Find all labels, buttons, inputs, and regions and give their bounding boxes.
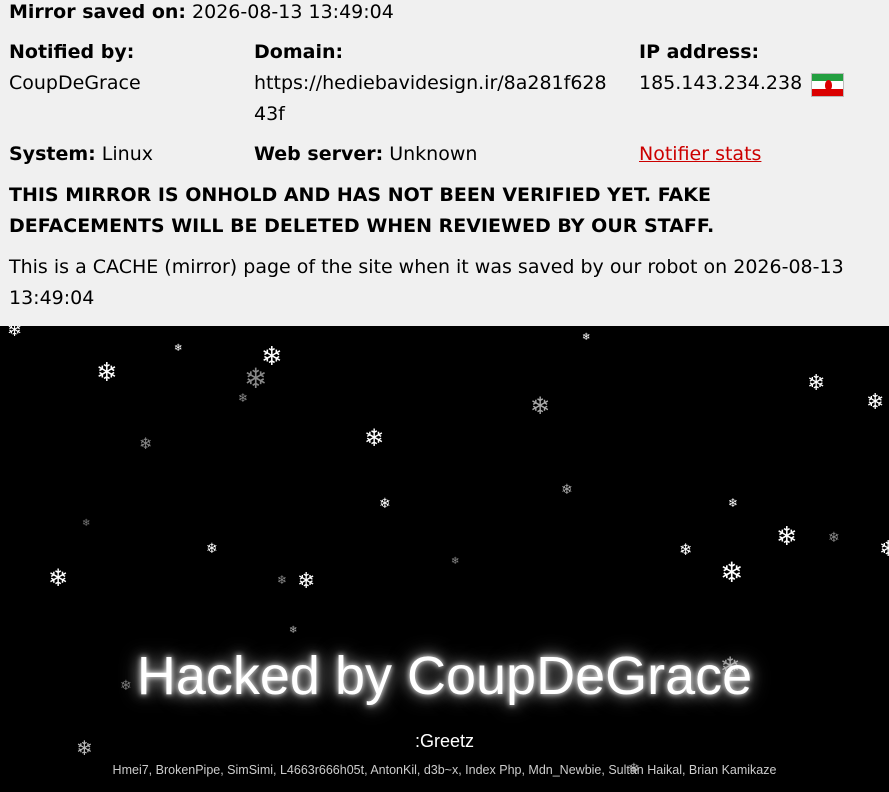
snowflake-icon: ❄ [451, 556, 460, 567]
snowflake-icon: ❄ [174, 343, 183, 354]
warning-line-2: DEFACEMENTS WILL BE DELETED WHEN REVIEWE… [9, 215, 715, 237]
snowflake-icon: ❄ [364, 424, 385, 452]
greetz-heading: :Greetz [414, 731, 475, 751]
snowflake-icon: ❄ [561, 482, 573, 498]
snowflake-icon: ❄ [720, 556, 744, 589]
webserver-label: Web server: [254, 143, 384, 165]
snowflake-icon: ❄ [582, 332, 591, 343]
domain-value-line2: 43f [254, 103, 285, 125]
snowflake-icon: ❄ [807, 371, 826, 396]
webserver-row: Web server: Unknown [254, 139, 477, 170]
snowflake-icon: ❄ [96, 358, 118, 388]
snowflake-icon: ❄ [530, 392, 551, 420]
snowflake-icon: ❄ [379, 496, 391, 512]
snowflake-icon: ❄ [206, 541, 218, 557]
system-row: System: Linux [9, 139, 153, 170]
greetz-names: Hmei7, BrokenPipe, SimSimi, L4663r666h05… [112, 763, 777, 777]
snowflake-icon: ❄ [776, 522, 798, 552]
ip-address-label: IP address: [639, 41, 760, 63]
snowflake-icon: ❄ [82, 518, 91, 529]
onhold-warning: THIS MIRROR IS ONHOLD AND HAS NOT BEEN V… [9, 180, 869, 242]
snowflake-icon: ❄ [679, 540, 693, 559]
system-value: Linux [101, 143, 153, 165]
snowflake-icon: ❄ [289, 625, 298, 636]
cache-line-2: 13:49:04 [9, 287, 95, 309]
notifier-stats-link[interactable]: Notifier stats [639, 139, 761, 170]
snowflake-icon: ❄ [828, 530, 840, 546]
domain-label: Domain: [254, 41, 344, 63]
webserver-value: Unknown [389, 143, 478, 165]
mirror-saved-value: 2026-08-13 13:49:04 [192, 1, 394, 23]
snowflake-icon: ❄ [238, 391, 249, 405]
iran-flag-icon [811, 73, 844, 97]
cache-notice: This is a CACHE (mirror) page of the sit… [9, 252, 879, 314]
mirror-info-header: Mirror saved on: 2026-08-13 13:49:04 Not… [0, 0, 889, 326]
notified-by-value: CoupDeGrace [9, 72, 141, 94]
snowflake-icon: ❄ [728, 496, 739, 510]
ip-address-value: 185.143.234.238 [639, 72, 803, 94]
snowflake-icon: ❄ [277, 573, 288, 587]
warning-line-1: THIS MIRROR IS ONHOLD AND HAS NOT BEEN V… [9, 184, 711, 206]
domain-value-line1: https://hediebavidesign.ir/8a281f628 [254, 72, 607, 94]
notified-by-label: Notified by: [9, 41, 135, 63]
snowflake-icon: ❄ [879, 537, 889, 562]
hacked-by-title: Hacked by CoupDeGrace [136, 646, 753, 706]
system-label: System: [9, 143, 96, 165]
mirror-saved-label: Mirror saved on: [9, 1, 186, 23]
deface-page: ❄ ❄ ❄ ❄ ❄ ❄ ❄ ❄ ❄ ❄ ❄ ❄ ❄ ❄ ❄ ❄ ❄ ❄ ❄ ❄ … [0, 326, 889, 792]
snowflake-icon: ❄ [866, 390, 885, 415]
snowflake-icon: ❄ [297, 569, 316, 594]
snowflake-icon: ❄ [139, 434, 153, 453]
snowflake-icon: ❄ [7, 326, 23, 341]
cache-line-1: This is a CACHE (mirror) page of the sit… [9, 256, 844, 278]
mirror-saved-row: Mirror saved on: 2026-08-13 13:49:04 [9, 0, 394, 28]
snowflake-icon: ❄ [48, 564, 69, 592]
snowflake-icon: ❄ [244, 362, 268, 395]
